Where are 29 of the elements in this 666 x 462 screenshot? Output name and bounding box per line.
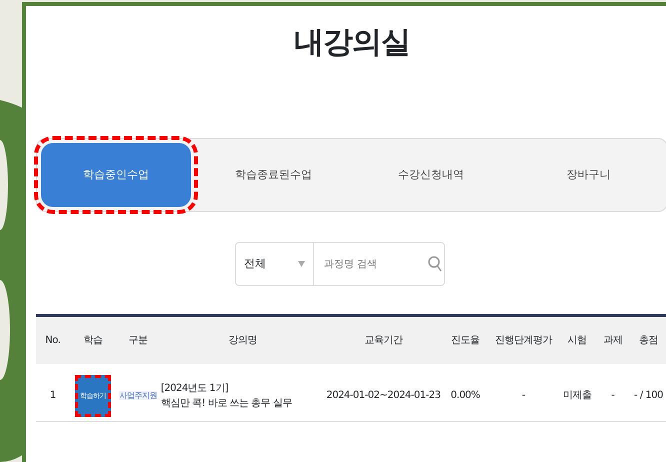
row-number: 1 (50, 390, 56, 402)
tab[interactable]: 학습중인수업 (41, 143, 191, 207)
table-cell: 2024-01-02~2024-01-23 (326, 390, 440, 402)
column-header: 총점 (639, 334, 658, 346)
page-title: 내강의실 (293, 24, 411, 62)
column-header: 강의명 (228, 334, 257, 346)
course-name: 핵심만 콕! 바로 쓰는 총무 실무 (160, 396, 293, 411)
column-header: 학습 (84, 334, 103, 346)
course-term: [2024년도 1기] (160, 382, 230, 396)
table-cell: - (522, 390, 526, 402)
dropdown-icon[interactable] (298, 261, 305, 267)
column-header: 시험 (568, 334, 587, 346)
column-header: 과제 (603, 334, 622, 346)
table-cell: - (611, 390, 614, 402)
table-cell: - / 100 (634, 390, 663, 402)
column-header: 구분 (128, 334, 148, 346)
search-icon[interactable] (428, 256, 442, 272)
tab[interactable]: 수강신청내역 (356, 143, 506, 207)
column-header: 진도율 (451, 334, 480, 346)
column-header: 교육기간 (364, 334, 402, 346)
search-bar[interactable]: 전체 과정명 검색 (235, 242, 445, 286)
table-cell: 미제출 (562, 390, 592, 402)
column-header: No. (45, 334, 60, 346)
category-select[interactable]: 전체 (244, 256, 266, 272)
table-cell: 0.00% (450, 390, 480, 402)
tab[interactable]: 학습종료된수업 (199, 143, 348, 207)
category-tag: 사업주지원 (119, 391, 157, 400)
column-header: 진행단계평가 (494, 334, 552, 346)
tab[interactable]: 장바구니 (514, 143, 663, 207)
